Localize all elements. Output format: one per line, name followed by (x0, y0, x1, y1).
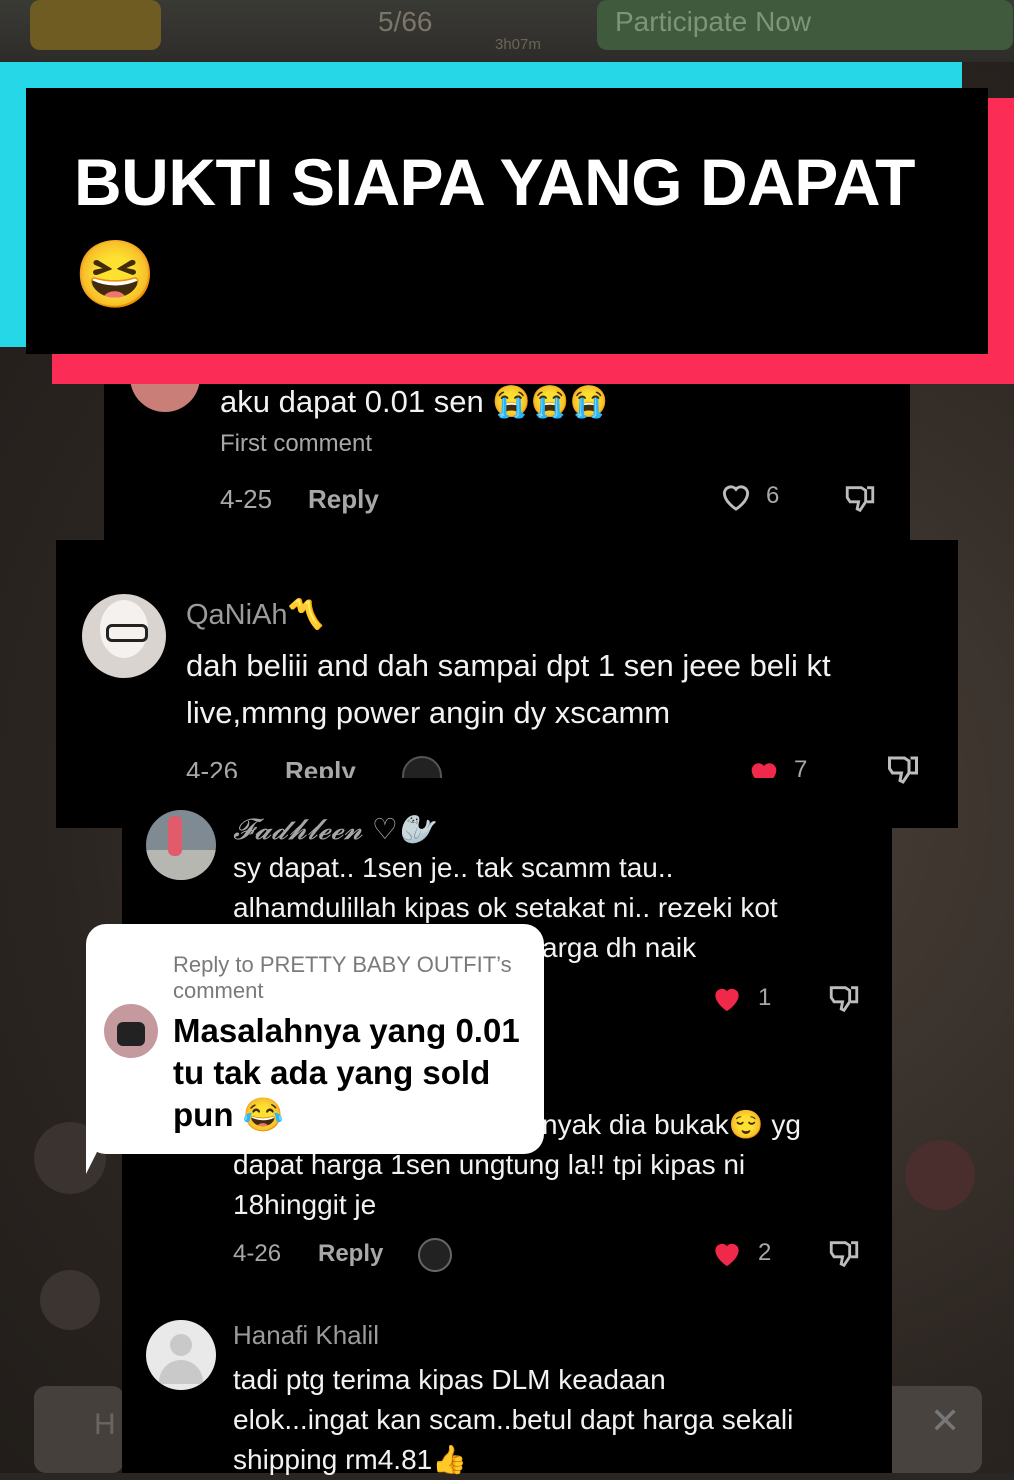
top-timer: 3h07m (495, 36, 541, 53)
bottom-left-card: H (34, 1386, 124, 1473)
comment-date: 4-26 (233, 1240, 282, 1267)
avatar[interactable] (82, 594, 166, 678)
reply-sticker-text: Masalahnya yang 0.01 tu tak ada yang sol… (173, 1012, 520, 1133)
comment-body-line: 18hinggit je (233, 1189, 377, 1220)
avatar (104, 1004, 158, 1058)
heart-outline-icon (722, 485, 750, 511)
comment-body: dah beliii and dah sampai dpt 1 sen jeee… (186, 648, 831, 730)
title-banner: BUKTI SIAPA YANG DAPAT 😆 (26, 88, 988, 354)
like-button[interactable]: 1 (708, 982, 771, 1014)
like-button[interactable]: 6 (718, 480, 779, 512)
dislike-icon[interactable] (826, 982, 862, 1016)
banner-title: BUKTI SIAPA YANG DAPAT 😆 (74, 145, 915, 311)
like-count: 1 (758, 984, 772, 1011)
reply-button[interactable]: Reply (318, 1240, 383, 1268)
heart-filled-icon (715, 1243, 739, 1267)
dislike-icon[interactable] (826, 1237, 862, 1271)
reply-sticker: Reply to PRETTY BABY OUTFIT’s comment Ma… (86, 924, 544, 1154)
comment-body-line: arga dh naik (542, 932, 697, 963)
like-count: 7 (794, 756, 808, 778)
comment-username[interactable]: Hanafi Khalil (233, 1320, 379, 1351)
dislike-icon[interactable] (842, 482, 878, 516)
comment-body-line: tadi ptg terima kipas DLM keadaan (233, 1364, 666, 1395)
comment-card-1: aku dapat 0.01 sen 😭😭😭 First comment 4-2… (104, 370, 910, 540)
dislike-icon[interactable] (884, 752, 922, 788)
heart-filled-icon (715, 988, 739, 1012)
default-avatar-icon[interactable] (146, 1320, 216, 1390)
heart-icon (905, 1140, 975, 1210)
comment-body-line: nyak dia bukak😌 yg (542, 1109, 801, 1140)
participate-now-button[interactable]: Participate Now (597, 0, 1013, 50)
like-count: 6 (766, 482, 780, 509)
reply-button[interactable]: Reply (308, 484, 379, 515)
creator-liked-icon (418, 1238, 452, 1272)
top-badge (30, 0, 161, 50)
comment-body-line: sy dapat.. 1sen je.. tak scamm tau.. (233, 852, 674, 883)
comment-body-line: elok...ingat kan scam..betul dapt harga … (233, 1404, 794, 1435)
like-button[interactable]: 2 (708, 1237, 771, 1269)
top-counter: 5/66 (378, 6, 433, 37)
wave-icon (40, 1270, 100, 1330)
first-comment-tag: First comment (220, 430, 373, 457)
comment-meta-row: 4-26 Reply 7 (56, 756, 958, 778)
reply-to-label: Reply to PRETTY BABY OUTFIT’s comment (173, 952, 512, 1003)
comment-date: 4-25 (220, 484, 273, 514)
comment-body: aku dapat 0.01 sen 😭😭😭 (220, 384, 609, 419)
comment-card-2: QaNiAh〽️ dah beliii and dah sampai dpt 1… (56, 540, 958, 828)
bottom-left-label: H (94, 1408, 116, 1441)
comment-body-line: alhamdulillah kipas ok setakat ni.. reze… (233, 892, 778, 923)
comment-username[interactable]: 𝓕𝓪𝓭𝓱𝓵𝓮𝓮𝓷 ♡🦭 (233, 812, 434, 847)
comment-username[interactable]: QaNiAh〽️ (186, 598, 324, 632)
creator-liked-icon (402, 756, 442, 778)
heart-filled-icon[interactable] (744, 756, 784, 778)
comment-date: 4-26 (186, 756, 239, 778)
close-icon[interactable]: ✕ (930, 1400, 960, 1442)
top-bar-background: 5/66 3h07m Participate Now (0, 0, 1014, 62)
like-count: 2 (758, 1239, 772, 1266)
avatar[interactable] (146, 810, 216, 880)
comment-body-line: shipping rm4.81👍 (233, 1444, 468, 1475)
reply-button[interactable]: Reply (285, 756, 356, 778)
